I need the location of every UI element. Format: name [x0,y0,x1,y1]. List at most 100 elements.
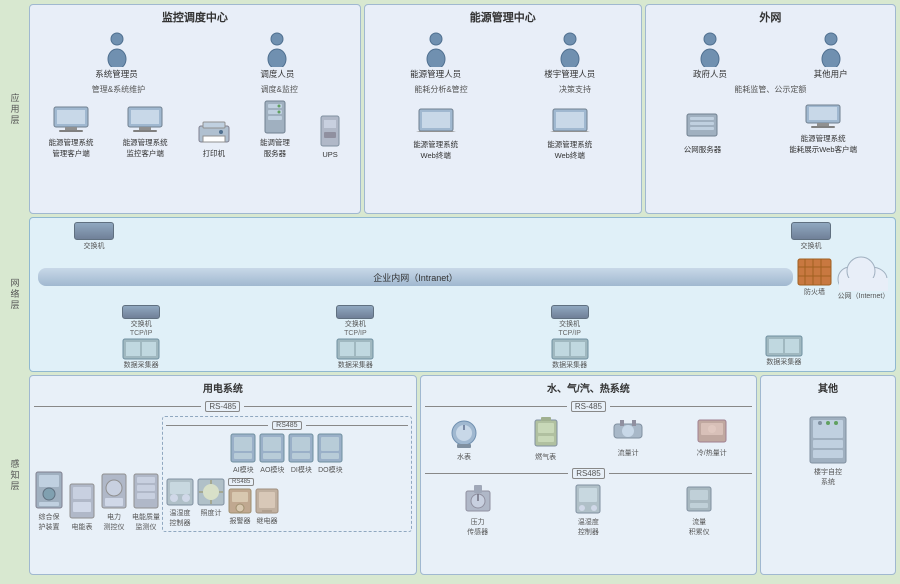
external-devices: 公网服务器 能源管理系统能耗展示Web客户端 [650,103,891,155]
protocol-2: TCP/IP [344,330,367,337]
device-energy-meter: 电能表 [68,482,96,532]
device-relay: 继电器 [255,488,279,526]
power-monitor-icon [100,472,128,510]
switch-bottom-3 [551,305,589,319]
device-ao-module: AO模块 [259,433,285,475]
bas-label: 楼宇自控系统 [814,467,842,487]
water-rs485-2-label: RS485 [572,468,604,479]
printer-label: 打印机 [203,148,226,159]
elec-sub-panel: RS485 AI模块 [162,416,412,532]
main-container: 应用层 监控调度中心 系统管理员 [0,0,900,584]
firewall-container: 防火墙 [797,258,832,297]
device-monitor-client: 能源管理系统监控客户端 [123,105,168,159]
computer-icon2 [125,105,165,135]
ai-module-label: AI模块 [233,465,254,475]
switch-icon-tr [791,222,831,240]
device-lux-meter: 照度计 [197,478,225,528]
sensing-layer-label: 感知层 [4,375,26,575]
bottom-network-row: 交换机 TCP/IP 数据采集器 交换机 TCP/IP [34,305,891,370]
collector-icon-2 [336,338,374,360]
person-sysadmin: 系统管理员 [95,31,138,80]
device-web-terminal2: 能源管理系统Web终端 [547,107,592,161]
energy-panel: 能源管理中心 能源管理人员 楼宇管理人员 [364,4,642,214]
device-printer: 打印机 [197,118,231,159]
pressure-icon [464,483,492,515]
device-mgmt-client: 能源管理系统管理客户端 [49,105,94,159]
ai-module-icon [230,433,256,463]
top-section: 应用层 监控调度中心 系统管理员 [4,4,896,214]
sub-devices-row: 温湿度控制器 [166,478,408,528]
intranet-row: 企业内网（Intranet） 防火墙 [34,253,891,301]
energy-connections: 能耗分析&管控 决策支持 [369,84,637,95]
device-energy-web: 能源管理系统能耗展示Web客户端 [789,103,857,155]
firewall-icon [797,258,832,286]
person-icon6 [817,31,845,67]
device-power-monitor: 电力测控仪 [100,472,128,532]
switch-icon-tl [74,222,114,240]
monitor-people: 系统管理员 调度人员 [34,31,356,80]
laptop-icon2 [550,107,590,137]
flow-accum-icon [685,483,713,515]
intranet-bar: 企业内网（Intranet） [38,268,793,286]
elec-content: 综合保护装置 电能表 [34,416,412,532]
energy-people: 能源管理人员 楼宇管理人员 [369,31,637,80]
printer-icon [197,118,231,146]
temp-ctrl-icon [166,478,194,506]
protection-icon [34,470,64,510]
water-meter-icon [449,416,479,450]
device-quality-meter: 电能质量监测仪 [132,472,160,532]
device-temp-ctrl: 温湿度控制器 [166,478,194,528]
w2-line-left [425,473,568,474]
internet-label: 公网（Internet） [838,291,890,301]
line-right [244,406,411,407]
energy-devices: 能源管理系统Web终端 能源管理系统Web终端 [369,107,637,161]
bas-icon [808,415,848,465]
other-devices: 楼宇自控系统 [765,415,891,487]
do-module-icon [317,433,343,463]
cloud-container: 公网（Internet） [836,253,891,301]
switch-group-2: 交换机 TCP/IP 数据采集器 [336,305,374,370]
switch-label-tl: 交换机 [84,241,105,251]
lux-meter-icon [197,478,225,506]
w-line-left [425,406,567,407]
person-icon2 [263,31,291,67]
protection-label: 综合保护装置 [39,512,60,532]
collector-icon-4 [765,335,803,357]
external-title: 外网 [650,9,891,25]
elec-rs485-row: RS-485 [34,401,412,412]
device-flow-meter: 流量计 [612,416,644,462]
line2 [306,425,408,426]
bottom-section: 感知层 用电系统 RS-485 [4,375,896,575]
collector-icon-1 [122,338,160,360]
server-label: 能调管理服务器 [260,137,290,159]
sub-rs485: RS485 [272,421,301,430]
computer-icon [51,105,91,135]
device-water-meter: 水表 [449,416,479,462]
collector-group-4: 数据采集器 [765,335,803,367]
device-ups: UPS [319,114,341,159]
switch-bottom-1 [122,305,160,319]
electricity-panel: 用电系统 RS-485 [29,375,417,575]
sysadmin-label: 系统管理员 [95,68,138,80]
person-govt: 政府人员 [693,31,727,80]
elec-main-devices: 综合保护装置 电能表 [34,416,160,532]
gas-meter-icon [531,416,561,450]
water-rs485-row: RS-485 [425,401,752,412]
protocol-3: TCP/IP [558,330,581,337]
switch-top-right: 交换机 [791,222,831,251]
other-user-label: 其他用户 [814,68,848,80]
ups-icon [319,114,341,148]
monitor-title: 监控调度中心 [34,9,356,25]
collector-icon-3 [551,338,589,360]
temp-hum-icon [574,483,602,515]
relay-icon [255,488,279,514]
energy-title: 能源管理中心 [369,9,637,25]
person-icon5 [696,31,724,67]
modules-row: AI模块 AO模块 [166,433,408,475]
device-heat-meter: 冷/热量计 [696,416,728,462]
lux-meter-label: 照度计 [201,508,222,518]
person-icon4 [556,31,584,67]
temp-ctrl-label: 温湿度控制器 [170,508,191,528]
water-devices-2: 压力传感器 温湿度控制器 [425,483,752,537]
quality-meter-label: 电能质量监测仪 [132,512,160,532]
